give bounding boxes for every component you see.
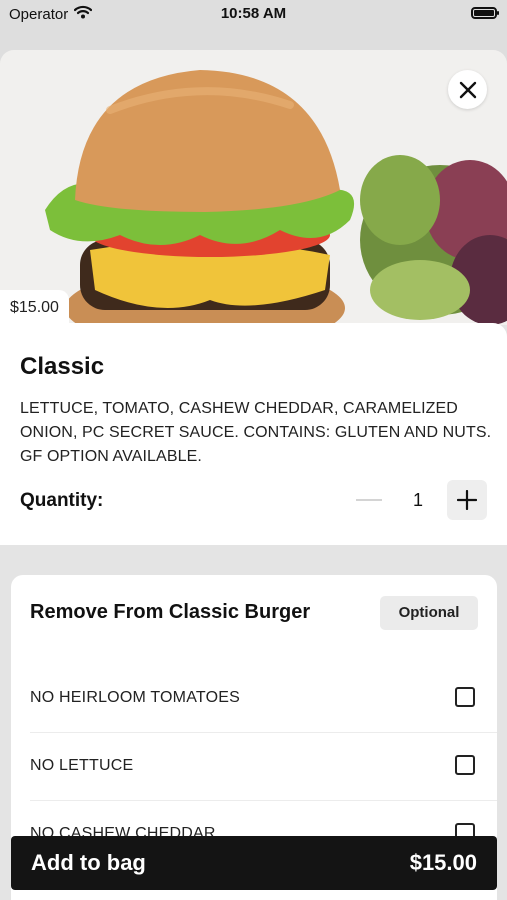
option-row[interactable]: NO HEIRLOOM TOMATOES xyxy=(30,665,497,733)
battery-icon xyxy=(471,7,499,19)
item-name: Classic xyxy=(20,353,105,380)
options-title: Remove From Classic Burger xyxy=(30,601,311,623)
close-button[interactable] xyxy=(448,70,487,109)
item-description: LETTUCE, TOMATO, CASHEW CHEDDAR, CARAMEL… xyxy=(20,400,492,465)
option-label: NO LETTUCE xyxy=(30,757,134,774)
status-bar: Operator 10:58 AM xyxy=(0,0,507,28)
product-sheet: $15.00 Classic LETTUCE, TOMATO, CASHEW C… xyxy=(0,50,507,900)
quantity-label: Quantity: xyxy=(20,490,104,511)
quantity-value: 1 xyxy=(412,490,423,510)
total-price: $15.00 xyxy=(409,850,477,875)
price-tag: $15.00 xyxy=(0,290,69,325)
option-checkbox[interactable] xyxy=(455,755,475,775)
plus-icon xyxy=(457,490,477,510)
close-icon xyxy=(459,81,476,98)
increment-button[interactable] xyxy=(447,480,487,520)
add-to-bag-button[interactable]: Add to bag $15.00 xyxy=(11,836,497,890)
optional-badge: Optional xyxy=(380,596,478,630)
status-time: 10:58 AM xyxy=(220,5,287,22)
add-to-bag-label: Add to bag xyxy=(31,850,146,875)
product-image: $15.00 xyxy=(0,50,507,325)
minus-icon[interactable] xyxy=(356,499,382,501)
product-info-card: Classic LETTUCE, TOMATO, CASHEW CHEDDAR,… xyxy=(0,323,507,545)
option-checkbox[interactable] xyxy=(455,687,475,707)
option-label: NO HEIRLOOM TOMATOES xyxy=(30,689,240,706)
option-row[interactable]: NO LETTUCE xyxy=(30,733,497,801)
